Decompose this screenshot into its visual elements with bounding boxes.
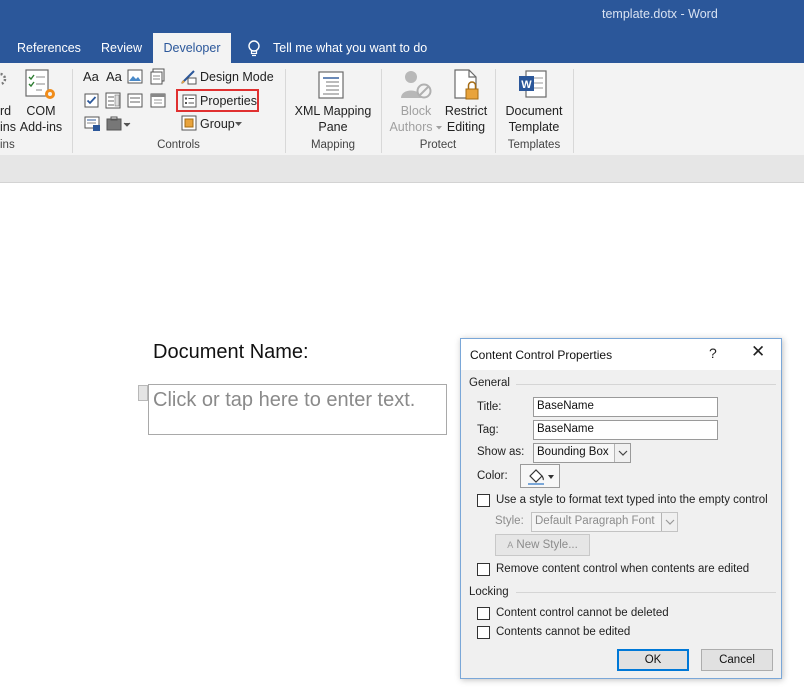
controls-group-label: Controls: [157, 139, 200, 151]
help-button[interactable]: ?: [709, 345, 717, 361]
new-style-icon: A: [507, 540, 514, 550]
document-template-line1[interactable]: Document: [500, 104, 568, 118]
document-name-label: Document Name:: [153, 341, 309, 363]
show-as-select[interactable]: Bounding Box: [533, 443, 631, 463]
restrict-editing-line1[interactable]: Restrict: [442, 104, 490, 118]
new-style-button: A New Style...: [495, 534, 590, 556]
general-section-label: General: [469, 377, 510, 389]
tab-references[interactable]: References: [17, 38, 81, 63]
style-value: Default Paragraph Font: [535, 515, 655, 527]
show-as-label: Show as:: [477, 446, 525, 458]
paint-bucket-icon: [528, 469, 554, 485]
cannot-edit-label: Contents cannot be edited: [496, 626, 631, 638]
chevron-down-icon: [614, 444, 630, 462]
title-field-label: Title:: [477, 401, 502, 413]
restrict-editing-line2[interactable]: Editing: [442, 120, 490, 134]
building-block-icon[interactable]: [150, 68, 166, 85]
tab-developer[interactable]: Developer: [153, 33, 231, 63]
xml-mapping-icon[interactable]: [317, 70, 347, 100]
restrict-editing-icon[interactable]: [452, 68, 482, 102]
xml-mapping-line1[interactable]: XML Mapping: [290, 104, 376, 118]
tab-review[interactable]: Review: [101, 38, 142, 63]
mapping-group-label: Mapping: [310, 139, 356, 151]
dialog-title: Content Control Properties: [470, 348, 613, 362]
use-style-label: Use a style to format text typed into th…: [496, 494, 768, 506]
block-authors-icon: [401, 71, 432, 99]
section-divider: [516, 384, 776, 385]
color-label: Color:: [477, 470, 508, 482]
protect-group-label: Protect: [419, 139, 457, 151]
addins-partial-line2[interactable]: ins: [0, 120, 16, 134]
svg-text:W: W: [521, 79, 532, 91]
block-authors-line2: Authors: [389, 120, 433, 134]
title-field[interactable]: BaseName: [533, 397, 718, 417]
repeating-section-icon[interactable]: [84, 116, 101, 132]
tell-me-search[interactable]: Tell me what you want to do: [273, 38, 427, 63]
content-control-properties-dialog: Content Control Properties ? ✕ General T…: [460, 338, 782, 679]
cannot-delete-checkbox[interactable]: [477, 607, 490, 620]
remove-control-label: Remove content control when contents are…: [496, 563, 750, 575]
window-title: template.dotx - Word: [602, 7, 718, 21]
content-control-placeholder[interactable]: Click or tap here to enter text.: [153, 389, 415, 412]
show-as-value: Bounding Box: [537, 446, 609, 458]
com-addins-line1[interactable]: COM: [18, 104, 64, 118]
com-addins-icon[interactable]: [24, 68, 58, 102]
use-style-checkbox[interactable]: [477, 494, 490, 507]
dialog-title-bar[interactable]: Content Control Properties ? ✕: [461, 339, 781, 370]
title-bar: template.dotx - Word References Review D…: [0, 0, 804, 63]
color-picker-button[interactable]: [520, 464, 560, 488]
aa-plain-text-icon[interactable]: Aa: [106, 69, 122, 84]
remove-control-checkbox[interactable]: [477, 563, 490, 576]
ribbon-separator: [573, 69, 574, 153]
aa-rich-text-icon[interactable]: Aa: [83, 69, 99, 84]
checkbox-control-icon[interactable]: [84, 93, 99, 108]
cannot-delete-label: Content control cannot be deleted: [496, 607, 669, 619]
section-divider: [516, 592, 776, 593]
block-authors-line1: Block: [400, 104, 432, 118]
cannot-edit-checkbox[interactable]: [477, 626, 490, 639]
document-template-line2[interactable]: Template: [504, 120, 564, 134]
addins-partial-line1[interactable]: rd: [0, 104, 11, 118]
addins-group-label: ins: [0, 139, 15, 151]
date-picker-icon[interactable]: [150, 93, 166, 108]
legacy-tools-icon[interactable]: [106, 116, 132, 132]
design-mode-icon[interactable]: [180, 69, 197, 85]
style-label: Style:: [495, 515, 524, 527]
tag-field-label: Tag:: [477, 424, 499, 436]
ruler-strip: [0, 155, 804, 183]
design-mode-button[interactable]: Design Mode: [200, 70, 274, 84]
group-icon[interactable]: [181, 115, 197, 131]
locking-section-label: Locking: [469, 586, 509, 598]
templates-group-label: Templates: [507, 139, 561, 151]
cancel-button[interactable]: Cancel: [701, 649, 773, 671]
group-button[interactable]: Group: [200, 117, 235, 131]
style-select: Default Paragraph Font: [531, 512, 678, 532]
tag-field[interactable]: BaseName: [533, 420, 718, 440]
chevron-down-icon: [235, 122, 242, 126]
combo-box-icon[interactable]: [105, 92, 121, 109]
new-style-label: New Style...: [516, 539, 578, 551]
ok-button[interactable]: OK: [617, 649, 689, 671]
properties-icon[interactable]: [182, 94, 197, 108]
picture-control-icon[interactable]: [127, 69, 143, 84]
xml-mapping-line2[interactable]: Pane: [310, 120, 356, 134]
content-control-handle[interactable]: [138, 385, 148, 401]
properties-button[interactable]: Properties: [200, 94, 257, 108]
lightbulb-icon[interactable]: [246, 39, 262, 57]
com-addins-line2[interactable]: Add-ins: [16, 120, 66, 134]
close-icon[interactable]: ✕: [751, 343, 765, 361]
chevron-down-icon: [661, 513, 677, 531]
ribbon: rd ins COM Add-ins ins Aa Aa Design Mode…: [0, 63, 804, 155]
dropdown-list-icon[interactable]: [127, 93, 143, 108]
word-template-icon[interactable]: W: [517, 69, 549, 101]
gear-icon: [0, 72, 7, 86]
